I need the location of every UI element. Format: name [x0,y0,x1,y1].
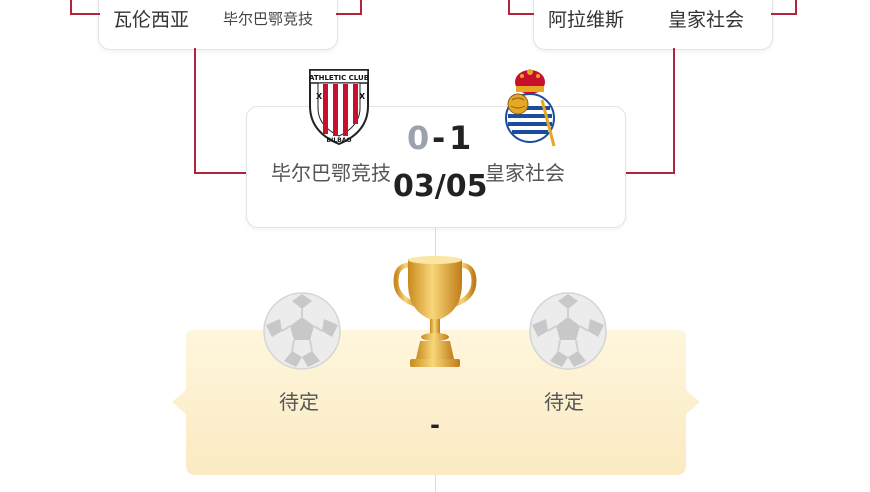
bracket-line-right-top2-h [771,13,797,15]
away-score: 1 [449,119,472,157]
match-card-right[interactable]: 阿拉维斯 皇家社会 [533,0,773,50]
placeholder-ball-icon-home [262,291,342,371]
bracket-line-left-top [70,0,72,14]
team-name-alaves: 阿拉维斯 [548,9,625,31]
team-name-valencia: 瓦伦西亚 [113,9,190,31]
away-team-name: 皇家社会 [485,161,565,185]
bracket-line-right-top [508,0,510,14]
match-date: 03/05 [393,169,488,204]
team-name-real-sociedad: 皇家社会 [668,9,745,31]
bracket-line-left-top2-h [336,13,362,15]
score-separator: - [432,119,446,157]
bracket-line-right-top2 [795,0,797,14]
home-team-name: 毕尔巴鄂竞技 [271,161,391,185]
team-name-athletic: 毕尔巴鄂竞技 [223,10,314,28]
bracket-line-right-vertical [673,48,675,174]
svg-text:X: X [316,92,323,101]
bracket-line-left-top-h [70,13,100,15]
svg-text:ATHLETIC CLUB: ATHLETIC CLUB [309,74,369,82]
real-sociedad-crest-icon [498,66,562,148]
match-card-semifinal[interactable]: 毕尔巴鄂竞技 皇家社会 0 - 1 03/05 [246,106,626,228]
bracket-line-center-bottom [435,474,436,492]
bracket-line-right-horizontal [624,172,675,174]
svg-text:BILBAO: BILBAO [327,137,352,144]
athletic-club-crest-icon: ATHLETIC CLUB X X BILBAO [304,66,374,146]
bracket-line-left-horizontal [194,172,246,174]
match-card-left[interactable]: 瓦伦西亚 毕尔巴鄂竞技 [98,0,338,50]
home-score: 0 [407,119,430,157]
final-home-team-name: 待定 [279,390,319,414]
final-score: - [430,411,440,439]
bracket-line-left-vertical [194,48,196,174]
final-away-team-name: 待定 [544,390,584,414]
bracket-line-left-top2 [360,0,362,14]
trophy-icon [392,255,478,373]
bracket-line-right-top-h [508,13,534,15]
svg-text:X: X [359,92,366,101]
placeholder-ball-icon-away [528,291,608,371]
